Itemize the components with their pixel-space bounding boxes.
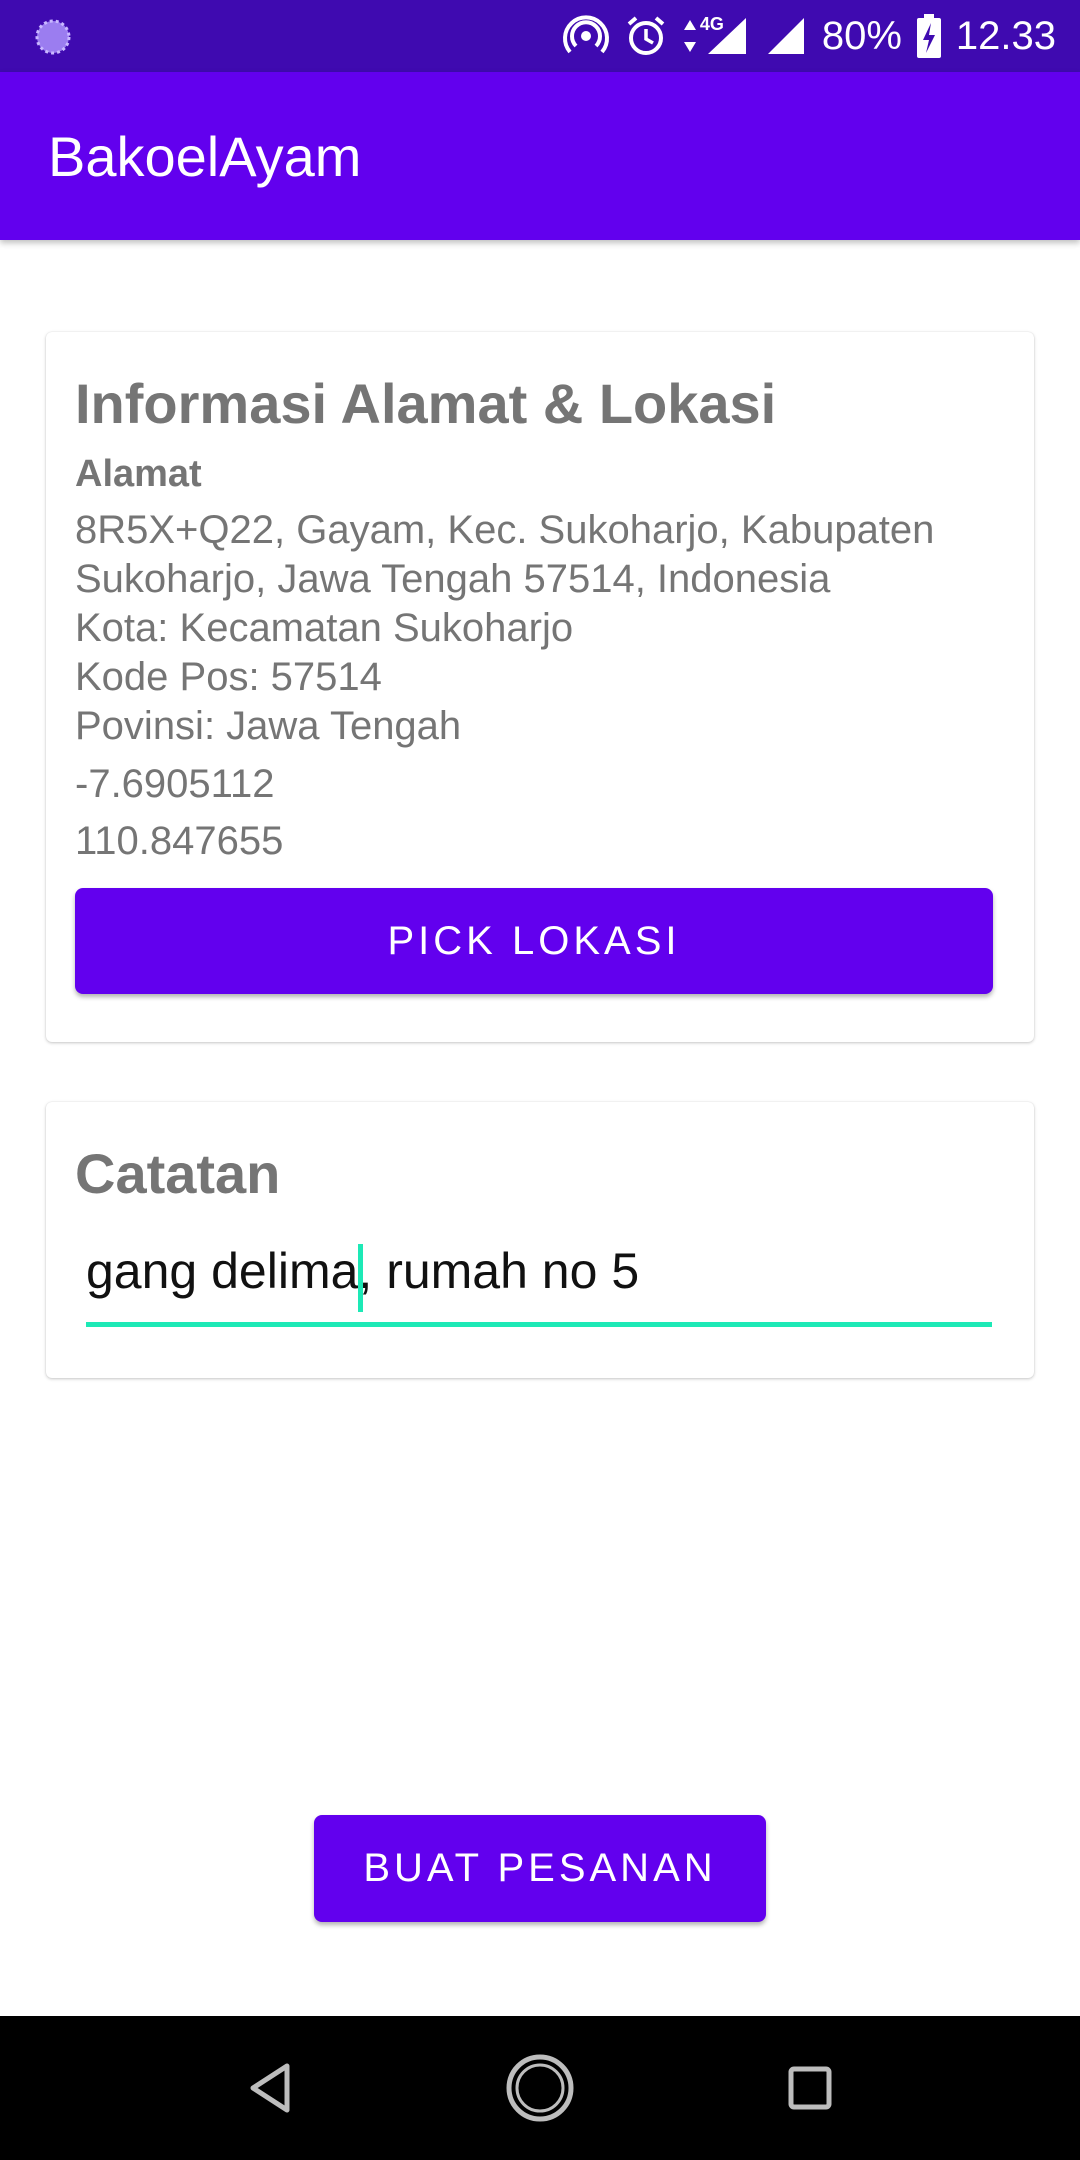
longitude-text: 110.847655 xyxy=(75,819,284,863)
recent-apps-icon xyxy=(788,2066,832,2110)
nav-back-button[interactable] xyxy=(230,2048,310,2128)
notes-heading: Catatan xyxy=(75,1142,281,1205)
location-heading: Informasi Alamat & Lokasi xyxy=(75,372,777,435)
loading-icon xyxy=(35,19,71,55)
latitude-text: -7.6905112 xyxy=(75,762,275,806)
notes-input[interactable] xyxy=(86,1222,992,1320)
app-bar: BakoelAyam xyxy=(0,72,1080,240)
province-text: Povinsi: Jawa Tengah xyxy=(75,704,462,748)
home-icon xyxy=(506,2054,574,2122)
signal-icon xyxy=(707,18,746,54)
navigation-bar xyxy=(0,2016,1080,2160)
status-bar: 4G 80% 12.33 xyxy=(0,0,1080,72)
create-order-button[interactable]: BUAT PESANAN xyxy=(314,1815,766,1922)
notes-field[interactable] xyxy=(86,1222,992,1332)
signal-icon xyxy=(767,18,804,54)
address-label: Alamat xyxy=(75,453,202,495)
battery-percent: 80% xyxy=(821,14,902,58)
back-icon xyxy=(250,2063,290,2113)
city-text: Kota: Kecamatan Sukoharjo xyxy=(75,606,574,650)
hotspot-icon xyxy=(562,15,609,54)
notes-underline xyxy=(86,1322,992,1327)
app-title: BakoelAyam xyxy=(48,125,362,188)
nav-recent-button[interactable] xyxy=(770,2048,850,2128)
battery-charging-icon xyxy=(916,14,941,58)
notes-card: Catatan xyxy=(46,1102,1034,1378)
data-arrows-icon xyxy=(683,20,696,52)
pick-location-button[interactable]: PICK LOKASI xyxy=(75,888,993,994)
location-card: Informasi Alamat & Lokasi Alamat 8R5X+Q2… xyxy=(46,332,1034,1042)
address-text: 8R5X+Q22, Gayam, Kec. Sukoharjo, Kabupat… xyxy=(75,508,935,601)
nav-home-button[interactable] xyxy=(500,2048,580,2128)
alarm-icon xyxy=(627,16,665,55)
clock: 12.33 xyxy=(955,14,1056,58)
postal-code-text: Kode Pos: 57514 xyxy=(75,655,382,699)
text-cursor xyxy=(358,1244,363,1312)
